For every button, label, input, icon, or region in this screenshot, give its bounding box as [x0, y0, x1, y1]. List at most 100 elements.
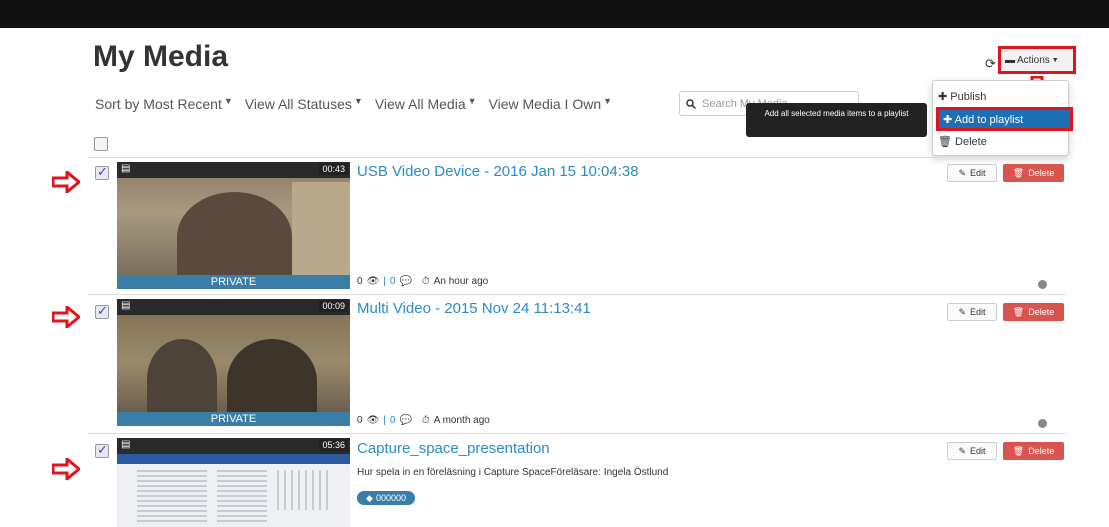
status-filter-label: View All Statuses — [244, 96, 352, 112]
annotation-arrow-right — [52, 458, 80, 480]
menu-item-add-to-playlist-label: Add to playlist — [954, 114, 1024, 126]
actions-menu: ✚ Publish ✚ Add to playlist 🗑 Delete — [932, 80, 1073, 156]
menu-item-publish-label: Publish — [950, 91, 987, 103]
comment-icon: 💬 — [399, 276, 412, 287]
thumbnail-header — [117, 438, 350, 454]
status-filter[interactable]: View All Statuses ▼ — [245, 96, 363, 112]
comment-count: 0 — [389, 415, 396, 426]
actions-label: Actions — [1017, 54, 1050, 66]
expand-icon[interactable] — [1038, 280, 1047, 289]
entry-meta: 0 👁 | 0 💬 ⏱ An hour ago — [357, 276, 488, 287]
media-type-filter[interactable]: View All Media ▼ — [375, 96, 477, 112]
trash-icon: 🗑 — [938, 136, 956, 148]
thumbnail-calendar — [277, 470, 332, 510]
caret-down-icon: ▼ — [353, 96, 363, 106]
edit-label: Edit — [970, 307, 986, 317]
trash-icon: 🗑 — [1012, 445, 1025, 456]
entry-title[interactable]: USB Video Device - 2016 Jan 15 10:04:38 — [357, 163, 639, 180]
trash-icon: 🗑 — [1012, 167, 1025, 178]
caret-down-icon: ▼ — [1051, 56, 1059, 64]
tag-icon: ◆ — [366, 492, 373, 503]
top-bar — [0, 0, 1109, 28]
comment-count: 0 — [389, 276, 396, 287]
search-icon — [686, 98, 696, 109]
menu-item-delete-label: Delete — [955, 136, 987, 148]
annotation-arrow-right — [52, 171, 80, 193]
trash-icon: 🗑 — [1012, 306, 1025, 317]
pencil-icon: ✎ — [958, 445, 967, 456]
plus-icon: ✚ — [943, 114, 955, 126]
entry-title[interactable]: Multi Video - 2015 Nov 24 11:13:41 — [357, 300, 591, 317]
duration-badge: 05:36 — [319, 439, 348, 451]
thumbnail-text-block — [217, 470, 267, 525]
menu-item-publish[interactable]: ✚ Publish — [938, 90, 986, 103]
entry-time: An hour ago — [433, 276, 489, 287]
actions-button[interactable]: ▬ Actions ▼ — [998, 46, 1076, 74]
entry-checkbox[interactable] — [95, 164, 109, 180]
filter-bar: Sort by Most Recent ▼ View All Statuses ▼ … — [95, 96, 612, 112]
entry-meta: 0 👁 | 0 💬 ⏱ A month ago — [357, 415, 490, 426]
sort-filter[interactable]: Sort by Most Recent ▼ — [95, 96, 233, 112]
plus-icon: ✚ — [938, 91, 951, 103]
select-all-checkbox[interactable] — [94, 137, 108, 151]
video-thumbnail[interactable]: ▤ 00:09 PRIVATE — [117, 299, 350, 426]
thumbnail-shelf — [292, 182, 350, 282]
expand-icon[interactable] — [1038, 419, 1047, 428]
owner-filter[interactable]: View Media I Own ▼ — [489, 96, 613, 112]
media-type-icon: ▤ — [121, 300, 131, 311]
menu-item-add-to-playlist[interactable]: ✚ Add to playlist — [936, 107, 1073, 131]
pencil-icon: ✎ — [958, 167, 967, 178]
annotation-arrow-right — [52, 306, 80, 328]
edit-button[interactable]: ✎ Edit — [947, 303, 997, 321]
media-type-icon: ▤ — [121, 439, 131, 450]
briefcase-icon: ▬ — [1005, 54, 1015, 66]
media-type-filter-label: View All Media — [374, 96, 466, 112]
delete-label: Delete — [1028, 446, 1055, 456]
privacy-badge: PRIVATE — [117, 412, 350, 426]
pencil-icon: ✎ — [958, 306, 967, 317]
divider — [88, 294, 1066, 295]
edit-label: Edit — [970, 168, 986, 178]
edit-label: Edit — [970, 446, 986, 456]
thumbnail-text-block — [137, 470, 207, 525]
divider — [88, 433, 1066, 434]
edit-button[interactable]: ✎ Edit — [947, 164, 997, 182]
clock-icon: ⏱ — [421, 415, 430, 426]
thumbnail-banner — [117, 454, 350, 464]
delete-label: Delete — [1028, 307, 1055, 317]
page-title: My Media — [93, 40, 229, 73]
menu-item-delete[interactable]: 🗑 Delete — [938, 135, 987, 148]
delete-button[interactable]: 🗑 Delete — [1003, 303, 1064, 321]
caret-down-icon: ▼ — [467, 96, 477, 106]
entry-checkbox[interactable] — [95, 442, 109, 458]
tag-badge[interactable]: ◆ 000000 — [357, 491, 415, 505]
caret-down-icon: ▼ — [223, 96, 233, 106]
divider — [88, 157, 1066, 158]
privacy-badge: PRIVATE — [117, 275, 350, 289]
view-count: 0 — [357, 276, 363, 287]
tooltip: Add all selected media items to a playli… — [746, 103, 927, 137]
video-thumbnail[interactable]: ▤ 00:43 PRIVATE — [117, 162, 350, 289]
thumbnail-header — [117, 299, 350, 315]
thumbnail-person — [147, 339, 217, 419]
delete-button[interactable]: 🗑 Delete — [1003, 442, 1064, 460]
refresh-icon[interactable]: ⟳ — [985, 56, 996, 72]
thumbnail-header — [117, 162, 350, 178]
tag-label: 000000 — [375, 493, 406, 503]
duration-badge: 00:09 — [319, 300, 348, 312]
delete-button[interactable]: 🗑 Delete — [1003, 164, 1064, 182]
video-thumbnail[interactable]: ▤ 05:36 — [117, 438, 350, 527]
separator: | — [383, 276, 386, 287]
owner-filter-label: View Media I Own — [488, 96, 602, 112]
clock-icon: ⏱ — [421, 276, 430, 287]
thumbnail-person — [177, 192, 292, 282]
eye-icon: 👁 — [366, 276, 380, 287]
caret-down-icon: ▼ — [603, 96, 613, 106]
entry-checkbox[interactable] — [95, 303, 109, 319]
entry-title[interactable]: Capture_space_presentation — [357, 440, 550, 457]
media-type-icon: ▤ — [121, 163, 131, 174]
entry-time: A month ago — [433, 415, 490, 426]
sort-filter-label: Sort by Most Recent — [95, 96, 222, 112]
delete-label: Delete — [1028, 168, 1055, 178]
edit-button[interactable]: ✎ Edit — [947, 442, 997, 460]
